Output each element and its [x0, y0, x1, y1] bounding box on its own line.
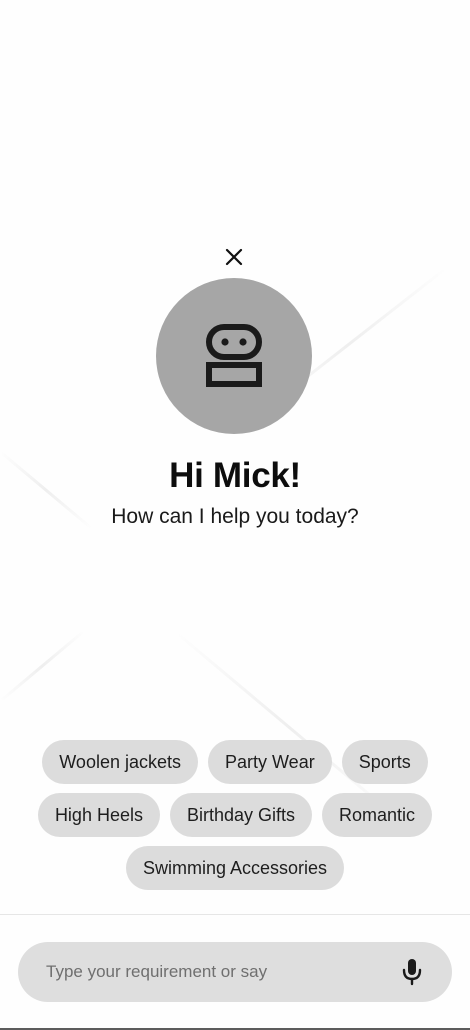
suggestion-chip-swimming-accessories[interactable]: Swimming Accessories: [125, 846, 345, 890]
voice-input-button[interactable]: [398, 958, 426, 986]
suggestion-chip-high-heels[interactable]: High Heels: [37, 793, 160, 837]
suggestion-chip-birthday-gifts[interactable]: Birthday Gifts: [169, 793, 313, 837]
background-streak: [0, 629, 86, 703]
suggestion-chip-sports[interactable]: Sports: [341, 740, 428, 784]
greeting-subtitle: How can I help you today?: [111, 505, 359, 528]
close-icon: [225, 248, 243, 266]
close-button[interactable]: [222, 245, 246, 269]
suggestion-chip-woolen-jackets[interactable]: Woolen jackets: [42, 740, 198, 784]
chip-row: Swimming Accessories: [0, 846, 470, 890]
suggestion-chip-party-wear[interactable]: Party Wear: [208, 740, 332, 784]
suggestion-chip-romantic[interactable]: Romantic: [322, 793, 433, 837]
message-input-bar: [18, 942, 452, 1002]
greeting-title: Hi Mick!: [169, 456, 301, 495]
robot-icon: [206, 324, 262, 387]
microphone-icon: [402, 959, 422, 986]
chat-assistant-screen: Hi Mick! How can I help you today? Woole…: [0, 0, 470, 1030]
suggestion-chips: Woolen jackets Party Wear Sports High He…: [0, 740, 470, 899]
message-input[interactable]: [44, 961, 390, 983]
chip-row: Woolen jackets Party Wear Sports: [0, 740, 470, 784]
chip-row: High Heels Birthday Gifts Romantic: [0, 793, 470, 837]
assistant-avatar: [156, 278, 312, 434]
divider: [0, 914, 470, 915]
